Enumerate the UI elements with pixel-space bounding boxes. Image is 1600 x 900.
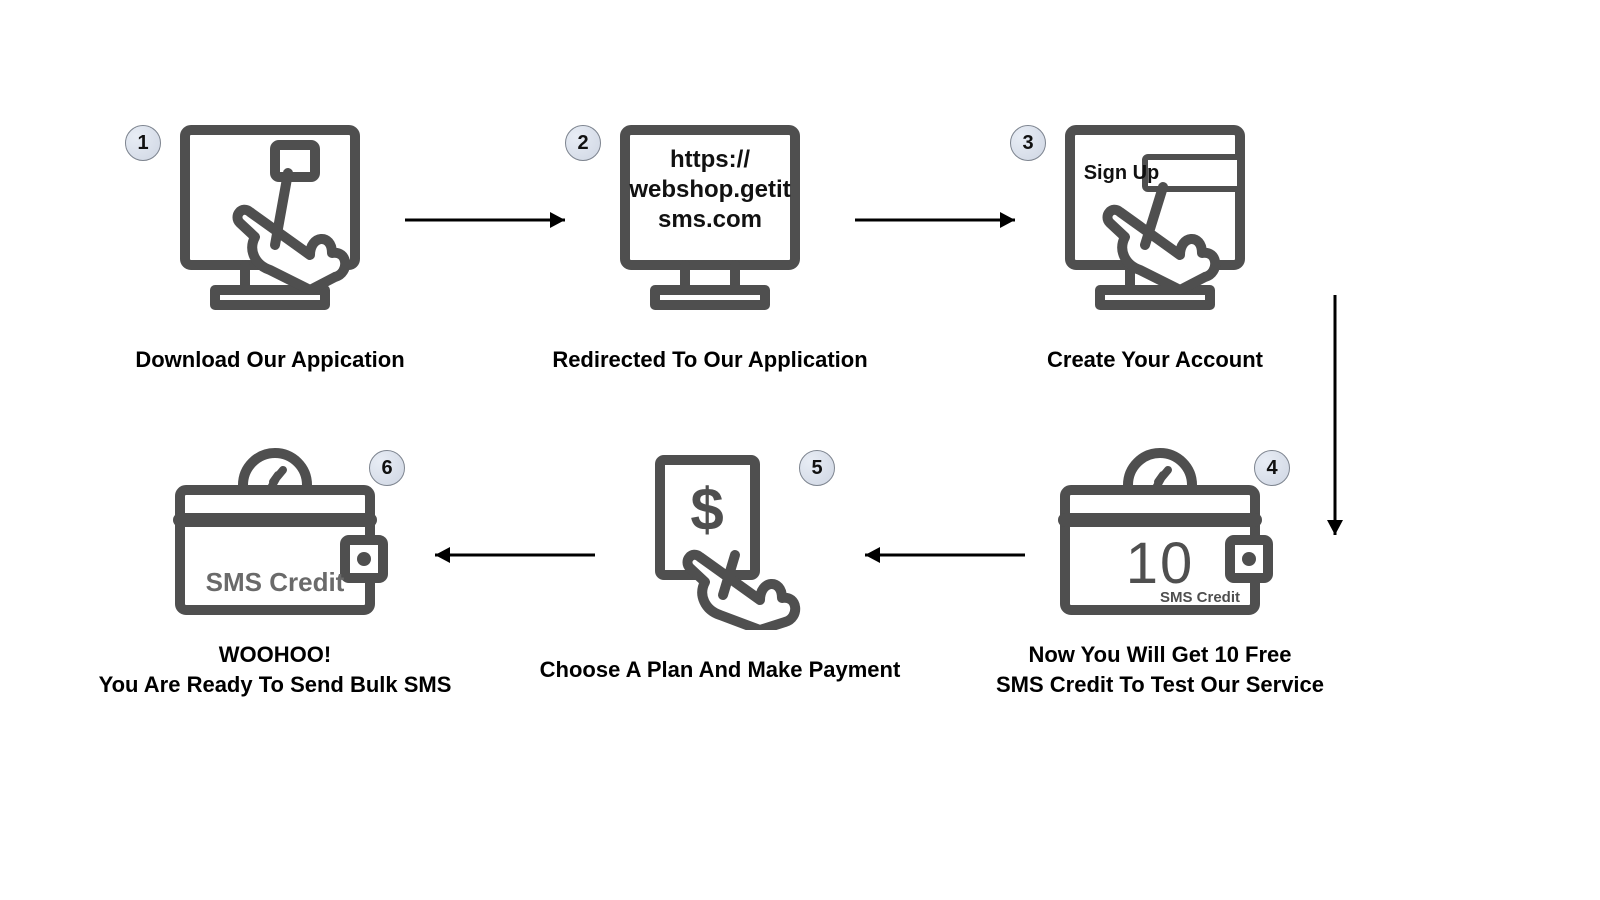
step-num: 3 xyxy=(1022,132,1033,155)
step-caption: Create Your Account xyxy=(970,345,1340,375)
arrow-left-icon xyxy=(420,540,600,570)
url-line: https:// xyxy=(525,145,895,175)
wallet-number: 10 xyxy=(1126,531,1195,596)
arrow-down-icon xyxy=(1320,290,1350,550)
step-caption: Redirected To Our Application xyxy=(525,345,895,375)
step-6: 6 SMS Credit WOOHOO! You Are Ready To Se… xyxy=(90,445,460,625)
step-caption: Choose A Plan And Make Payment xyxy=(535,655,905,685)
caption-line: WOOHOO! xyxy=(90,640,460,670)
step-caption: Now You Will Get 10 Free SMS Credit To T… xyxy=(975,640,1345,699)
wallet-subtext: SMS Credit xyxy=(1055,589,1345,606)
url-line: sms.com xyxy=(525,205,895,235)
caption-line: You Are Ready To Send Bulk SMS xyxy=(90,670,460,700)
caption-line: Now You Will Get 10 Free xyxy=(975,640,1345,670)
step-num: 1 xyxy=(137,132,148,155)
step-5: 5 $ Choose A Plan And Make Payment xyxy=(535,445,905,630)
wallet-contents: 10 SMS Credit xyxy=(975,530,1345,606)
step-badge-4: 4 xyxy=(1254,450,1290,486)
monitor-click-icon xyxy=(160,115,380,315)
monitor-url-text: https:// webshop.getit sms.com xyxy=(525,145,895,235)
step-caption: WOOHOO! You Are Ready To Send Bulk SMS xyxy=(90,640,460,699)
wallet-sms-icon xyxy=(160,445,390,625)
step-badge-1: 1 xyxy=(125,125,161,161)
step-badge-5: 5 xyxy=(799,450,835,486)
step-caption: Download Our Appication xyxy=(85,345,455,375)
step-num: 6 xyxy=(381,457,392,480)
step-num: 5 xyxy=(811,457,822,480)
step-4: 4 10 SMS Credit Now You Will Get 10 Free… xyxy=(975,445,1345,625)
monitor-signup-icon xyxy=(1045,115,1265,315)
svg-text:$: $ xyxy=(690,476,723,543)
wallet-text: SMS Credit xyxy=(90,567,460,598)
arrow-icon xyxy=(400,205,580,235)
arrow-icon xyxy=(850,205,1030,235)
process-diagram: 1 Download Our Appication 2 https:// xyxy=(0,0,1600,900)
step-2: 2 https:// webshop.getit sms.com Redirec… xyxy=(525,115,895,315)
arrow-left-icon xyxy=(850,540,1030,570)
signup-button-label: Sign Up xyxy=(1074,162,1169,185)
step-num: 4 xyxy=(1266,457,1277,480)
step-badge-6: 6 xyxy=(369,450,405,486)
caption-line: SMS Credit To Test Our Service xyxy=(975,670,1345,700)
step-badge-3: 3 xyxy=(1010,125,1046,161)
url-line: webshop.getit xyxy=(525,175,895,205)
